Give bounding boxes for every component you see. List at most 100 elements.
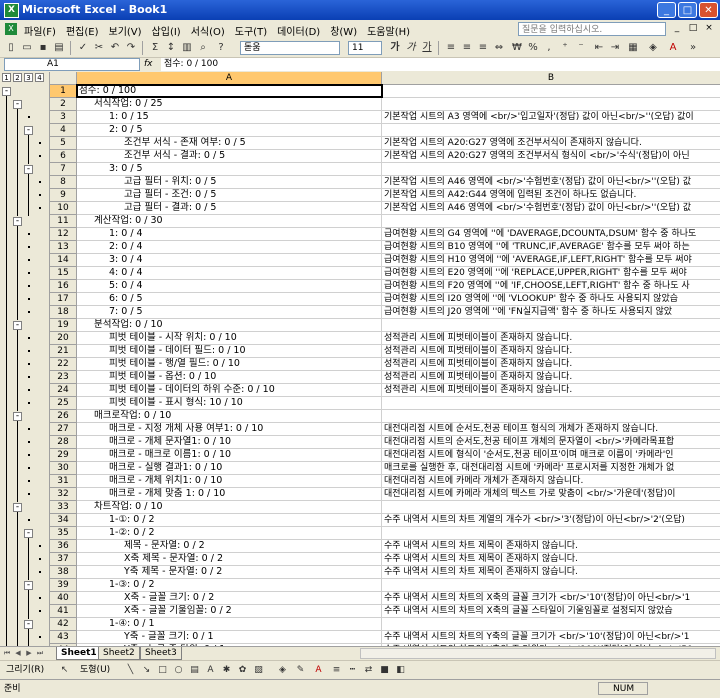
cell-b[interactable]: 수주 내역서 시트의 차트의 X축의 글꼴 스타일이 기울임꼴로 설정되지 않았…: [382, 605, 720, 617]
fill-color-draw-icon[interactable]: ◈: [276, 663, 289, 677]
menu-insert[interactable]: 삽입(I): [152, 23, 181, 38]
open-icon[interactable]: ▭: [20, 41, 34, 55]
cell-b[interactable]: [382, 163, 720, 175]
row-header[interactable]: 7: [50, 163, 77, 176]
save-icon[interactable]: ▪: [36, 41, 50, 55]
row-header[interactable]: 43: [50, 631, 77, 644]
cell-a[interactable]: 분석작업: 0 / 10: [77, 319, 382, 331]
cell-a[interactable]: 피벗 테이블 - 행/열 필드: 0 / 10: [77, 358, 382, 370]
select-objects-icon[interactable]: ↖: [58, 663, 71, 677]
cell-a[interactable]: 차트작업: 0 / 10: [77, 501, 382, 513]
cell-a[interactable]: 7: 0 / 5: [77, 306, 382, 318]
cell-a[interactable]: 1-④: 0 / 1: [77, 618, 382, 630]
cell-a[interactable]: 4: 0 / 4: [77, 267, 382, 279]
chart-wizard-icon[interactable]: ▥: [180, 41, 194, 55]
cell-a[interactable]: 조건부 서식 - 존재 여부: 0 / 5: [77, 137, 382, 149]
row-header[interactable]: 15: [50, 267, 77, 280]
italic-button[interactable]: 가: [404, 41, 418, 55]
row-header[interactable]: 9: [50, 189, 77, 202]
cell-a[interactable]: 서식작업: 0 / 25: [77, 98, 382, 110]
cell-b[interactable]: [382, 397, 720, 409]
row-header[interactable]: 41: [50, 605, 77, 618]
minimize-button[interactable]: _: [657, 2, 676, 18]
cell-b[interactable]: 급여현황 시트의 J20 영역에 ''에 'FN실지급액' 함수 중 하나도 사…: [382, 306, 720, 318]
row-header[interactable]: 24: [50, 384, 77, 397]
cell-a[interactable]: 1-②: 0 / 2: [77, 527, 382, 539]
borders-icon[interactable]: ▦: [626, 41, 640, 55]
spelling-icon[interactable]: ✓: [76, 41, 90, 55]
cell-a[interactable]: 피벗 테이블 - 표시 형식: 10 / 10: [77, 397, 382, 409]
workbook-minimize-button[interactable]: _: [670, 22, 684, 35]
sort-icon[interactable]: ↕: [164, 41, 178, 55]
underline-button[interactable]: 가: [420, 41, 434, 55]
row-header[interactable]: 26: [50, 410, 77, 423]
insert-function-button[interactable]: fx: [144, 58, 158, 71]
font-name-select[interactable]: 돋움: [240, 41, 340, 55]
row-header[interactable]: 39: [50, 579, 77, 592]
row-header[interactable]: 11: [50, 215, 77, 228]
cell-b[interactable]: 대전대리점 시트에 순서도,천공 테이프 형식의 개체가 존재하지 않습니다.: [382, 423, 720, 435]
cell-a[interactable]: 점수: 0 / 100: [76, 84, 383, 98]
name-box[interactable]: A1: [4, 58, 140, 71]
zoom-icon[interactable]: ⌕: [196, 41, 210, 55]
outline-level-3-button[interactable]: 3: [24, 73, 33, 82]
textbox-icon[interactable]: ▤: [188, 663, 201, 677]
row-header[interactable]: 34: [50, 514, 77, 527]
cell-b[interactable]: 수주 내역서 시트의 차트의 X축의 글꼴 크기가 <br/>'10'(정답)이…: [382, 592, 720, 604]
collapse-group-button[interactable]: -: [13, 412, 22, 421]
row-header[interactable]: 29: [50, 449, 77, 462]
cell-b[interactable]: 수주 내역서 시트의 차트 제목이 존재하지 않습니다.: [382, 553, 720, 565]
cell-b[interactable]: 성적관리 시트에 피벗테이블이 존재하지 않습니다.: [382, 371, 720, 383]
cell-b[interactable]: 기본작업 시트의 A42:G44 영역에 입력된 조건이 하나도 없습니다.: [382, 189, 720, 201]
row-header[interactable]: 23: [50, 371, 77, 384]
cell-b[interactable]: 급여현황 시트의 B10 영역에 ''에 'TRUNC,IF,AVERAGE' …: [382, 241, 720, 253]
row-header[interactable]: 16: [50, 280, 77, 293]
sheet-tab-sheet3[interactable]: Sheet3: [140, 647, 182, 660]
cell-a[interactable]: 계산작업: 0 / 30: [77, 215, 382, 227]
sheet-tab-sheet1[interactable]: Sheet1: [56, 647, 102, 660]
cell-a[interactable]: 1: 0 / 4: [77, 228, 382, 240]
cell-a[interactable]: X축 - 글꼴 기울임꼴: 0 / 2: [77, 605, 382, 617]
column-header-a[interactable]: A: [77, 72, 382, 85]
cell-b[interactable]: 대전대리점 시트에 카메라 개체가 존재하지 않습니다.: [382, 475, 720, 487]
cell-a[interactable]: 피벗 테이블 - 옵션: 0 / 10: [77, 371, 382, 383]
cell-a[interactable]: 3: 0 / 4: [77, 254, 382, 266]
increase-decimal-icon[interactable]: ⁺: [558, 41, 572, 55]
row-header[interactable]: 13: [50, 241, 77, 254]
row-header[interactable]: 27: [50, 423, 77, 436]
menu-data[interactable]: 데이터(D): [277, 23, 320, 38]
arrow-icon[interactable]: ↘: [140, 663, 153, 677]
cell-b[interactable]: 기본작업 시트의 A46 영역에 <br/>'수험번호'(정답) 값이 아닌<b…: [382, 202, 720, 214]
first-sheet-icon[interactable]: ⏮: [2, 648, 12, 658]
decrease-indent-icon[interactable]: ⇤: [592, 41, 606, 55]
collapse-group-button[interactable]: -: [13, 321, 22, 330]
horizontal-scrollbar[interactable]: [360, 648, 716, 659]
row-header[interactable]: 6: [50, 150, 77, 163]
menu-edit[interactable]: 편집(E): [66, 23, 99, 38]
cell-b[interactable]: [382, 85, 720, 97]
cell-b[interactable]: 성적관리 시트에 피벗테이블이 존재하지 않습니다.: [382, 332, 720, 344]
cell-b[interactable]: [382, 618, 720, 630]
picture-icon[interactable]: ▨: [252, 663, 265, 677]
cell-b[interactable]: 수주 내역서 시트의 차트 제목이 존재하지 않습니다.: [382, 540, 720, 552]
clipart-icon[interactable]: ✿: [236, 663, 249, 677]
cell-a[interactable]: 매크로 - 개체 위치1: 0 / 10: [77, 475, 382, 487]
line-color-icon[interactable]: ✎: [294, 663, 307, 677]
row-header[interactable]: 3: [50, 111, 77, 124]
cut-icon[interactable]: ✂: [92, 41, 106, 55]
shadow-style-icon[interactable]: ■: [378, 663, 391, 677]
wordart-icon[interactable]: A: [204, 663, 217, 677]
excel-app-icon[interactable]: X: [4, 3, 19, 18]
cell-a[interactable]: 1: 0 / 15: [77, 111, 382, 123]
menu-view[interactable]: 보기(V): [109, 23, 142, 38]
collapse-group-button[interactable]: -: [24, 620, 33, 629]
last-sheet-icon[interactable]: ⏭: [35, 648, 45, 658]
row-header[interactable]: 30: [50, 462, 77, 475]
cell-b[interactable]: 대전대리점 시트에 카메라 개체의 텍스트 가로 맞춤이 <br/>'가운데'(…: [382, 488, 720, 500]
increase-indent-icon[interactable]: ⇥: [608, 41, 622, 55]
cell-b[interactable]: 대전대리점 시트의 순서도,천공 테이프 개체의 문자열이 <br/>'카메라목…: [382, 436, 720, 448]
cell-b[interactable]: 급여현황 시트의 I20 영역에 ''에 'VLOOKUP' 함수 중 하나도 …: [382, 293, 720, 305]
oval-icon[interactable]: ○: [172, 663, 185, 677]
row-header[interactable]: 32: [50, 488, 77, 501]
row-header[interactable]: 25: [50, 397, 77, 410]
